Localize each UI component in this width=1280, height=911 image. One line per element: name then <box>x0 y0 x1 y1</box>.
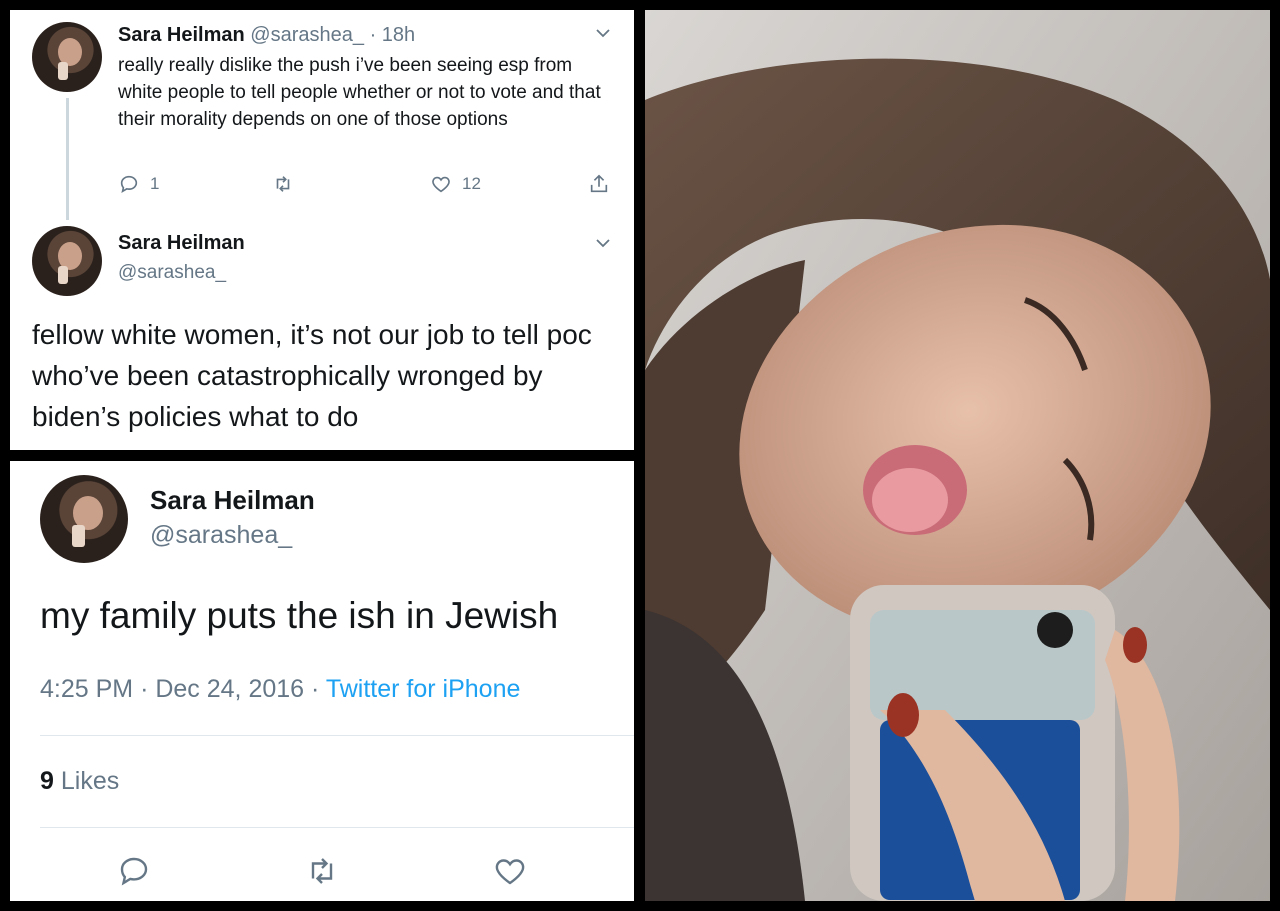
author-handle[interactable]: @sarashea_ <box>150 521 292 550</box>
reply-count: 1 <box>150 174 160 193</box>
retweet-icon <box>311 858 333 884</box>
like-button[interactable] <box>492 853 528 889</box>
selfie-photo <box>645 10 1270 901</box>
tweet-text: really really dislike the push i’ve been… <box>118 55 601 130</box>
separator: · <box>369 24 377 46</box>
author-handle[interactable]: @sarashea_ <box>118 262 226 284</box>
author-name[interactable]: Sara Heilman <box>118 24 245 46</box>
thread-line <box>66 98 69 220</box>
likes-summary[interactable]: 9 Likes <box>40 767 119 796</box>
tweet-text: my family puts the ish in Jewish <box>40 595 559 636</box>
tweet-time[interactable]: 18h <box>382 24 415 46</box>
share-button[interactable] <box>588 173 610 195</box>
avatar[interactable] <box>32 226 102 296</box>
tweet-date: Dec 24, 2016 <box>155 675 305 703</box>
reply-icon <box>120 857 148 886</box>
heart-icon <box>495 859 525 885</box>
retweet-icon <box>276 176 290 192</box>
like-count: 12 <box>462 174 481 193</box>
tweet-header: Sara Heilman @sarashea_ · 18h <box>118 22 415 48</box>
tweet-meta: 4:25 PM · Dec 24, 2016 · Twitter for iPh… <box>40 675 520 704</box>
tweet-time: 4:25 PM <box>40 675 134 703</box>
chevron-down-icon[interactable] <box>592 22 614 44</box>
tweet-text: fellow white women, it’s not our job to … <box>32 319 592 432</box>
author-name[interactable]: Sara Heilman <box>118 232 245 255</box>
likes-label: Likes <box>60 767 120 795</box>
avatar[interactable] <box>40 475 128 563</box>
heart-icon <box>432 176 450 193</box>
retweet-button[interactable] <box>304 853 340 889</box>
tweet-source-link[interactable]: Twitter for iPhone <box>326 675 521 703</box>
author-name[interactable]: Sara Heilman <box>150 485 315 516</box>
divider <box>40 735 634 736</box>
reply-icon <box>120 175 138 194</box>
retweet-button[interactable] <box>272 173 294 195</box>
likes-count: 9 <box>40 767 54 795</box>
avatar[interactable] <box>32 22 102 92</box>
chevron-down-icon[interactable] <box>592 232 614 254</box>
separator: · <box>311 675 320 703</box>
tweet-thread-panel: Sara Heilman @sarashea_ · 18h really rea… <box>10 10 634 450</box>
reply-button[interactable]: 1 <box>118 173 159 195</box>
separator: · <box>140 675 149 703</box>
like-button[interactable]: 12 <box>430 173 481 195</box>
tweet-detail-panel: Sara Heilman @sarashea_ my family puts t… <box>10 461 634 901</box>
share-icon <box>590 174 608 193</box>
divider <box>40 827 634 828</box>
author-handle[interactable]: @sarashea_ <box>250 24 364 46</box>
reply-button[interactable] <box>116 853 152 889</box>
